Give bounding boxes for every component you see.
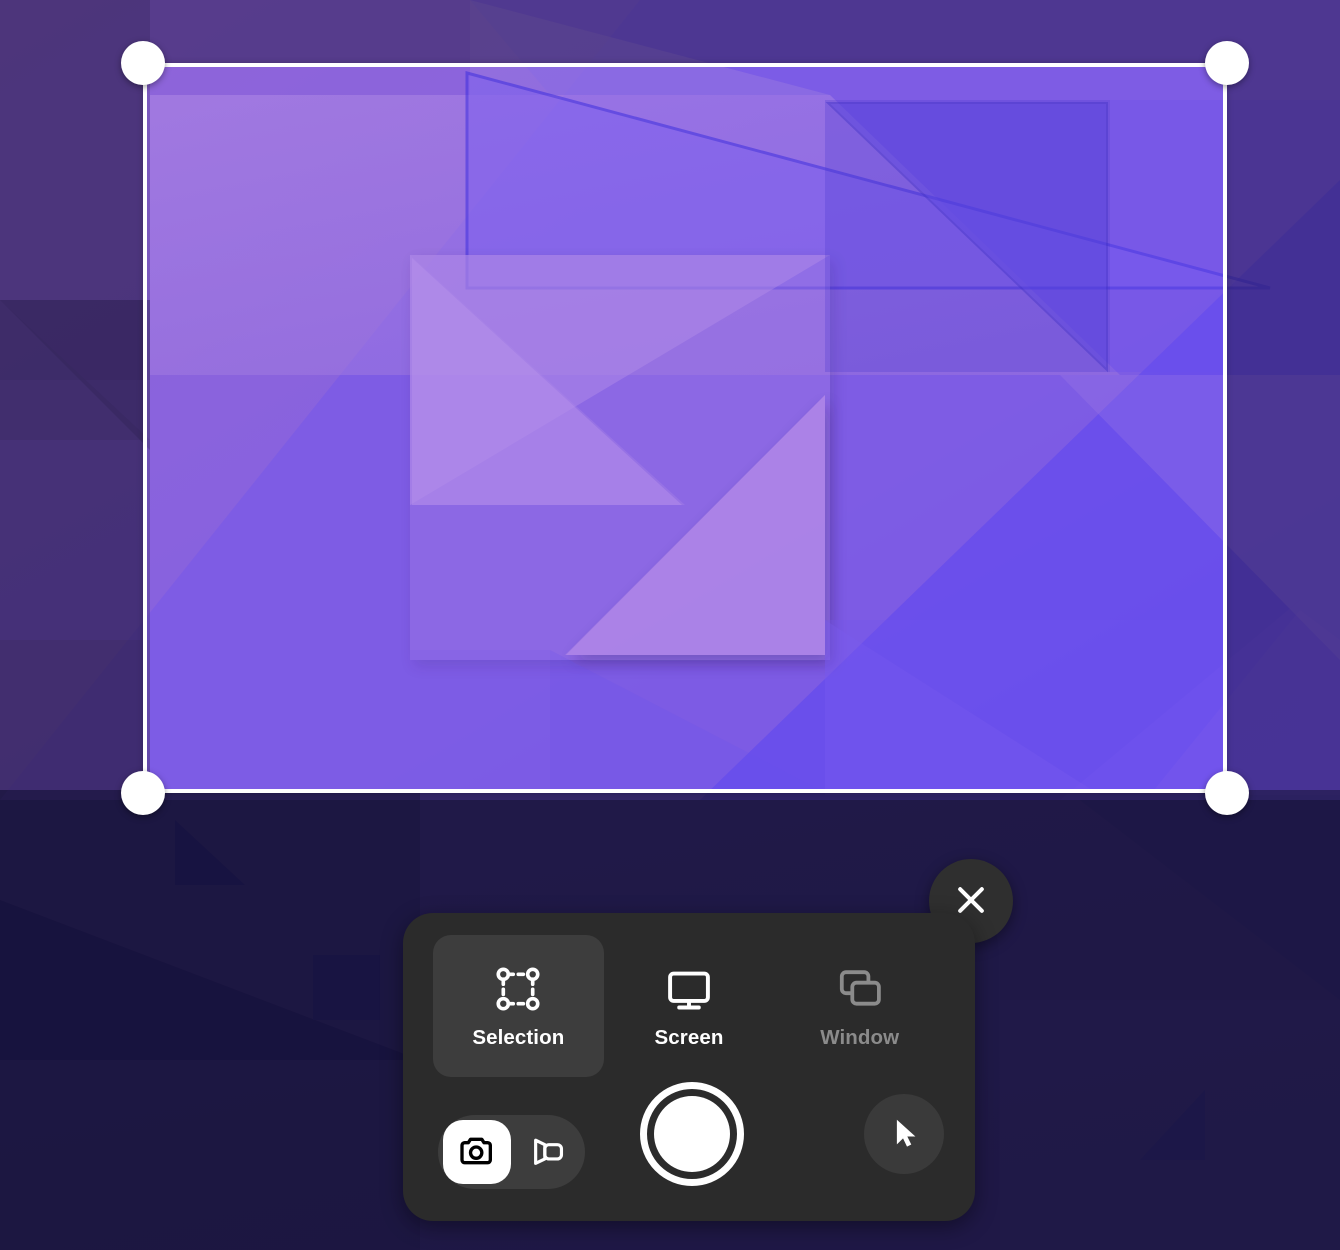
capture-mode-row: Selection Screen Window (433, 935, 945, 1077)
screenshot-overlay-root: Selection Screen Window (0, 0, 1340, 1250)
camera-icon (457, 1131, 497, 1174)
mode-screen[interactable]: Screen (604, 935, 775, 1077)
capture-controls-row (403, 1082, 975, 1221)
selection-icon (490, 963, 546, 1015)
mode-window[interactable]: Window (774, 935, 945, 1077)
monitor-icon (661, 963, 717, 1015)
screencast-type-button[interactable] (511, 1115, 584, 1189)
video-icon (529, 1132, 567, 1173)
pointer-icon (885, 1114, 923, 1155)
top-left-handle[interactable] (121, 41, 165, 85)
mode-selection-label: Selection (472, 1025, 565, 1049)
top-right-handle[interactable] (1205, 41, 1249, 85)
mode-window-label: Window (820, 1025, 900, 1049)
shutter-icon (654, 1096, 730, 1172)
mode-selection[interactable]: Selection (433, 935, 604, 1077)
show-pointer-toggle[interactable] (864, 1094, 944, 1174)
bottom-left-handle[interactable] (121, 771, 165, 815)
shutter-button[interactable] (640, 1082, 744, 1186)
screenshot-toolbar-panel: Selection Screen Window (403, 913, 975, 1221)
screenshot-type-button[interactable] (443, 1120, 511, 1184)
mode-screen-label: Screen (654, 1025, 724, 1049)
bottom-right-handle[interactable] (1205, 771, 1249, 815)
window-icon (832, 963, 888, 1015)
capture-type-toggle[interactable] (438, 1115, 585, 1189)
